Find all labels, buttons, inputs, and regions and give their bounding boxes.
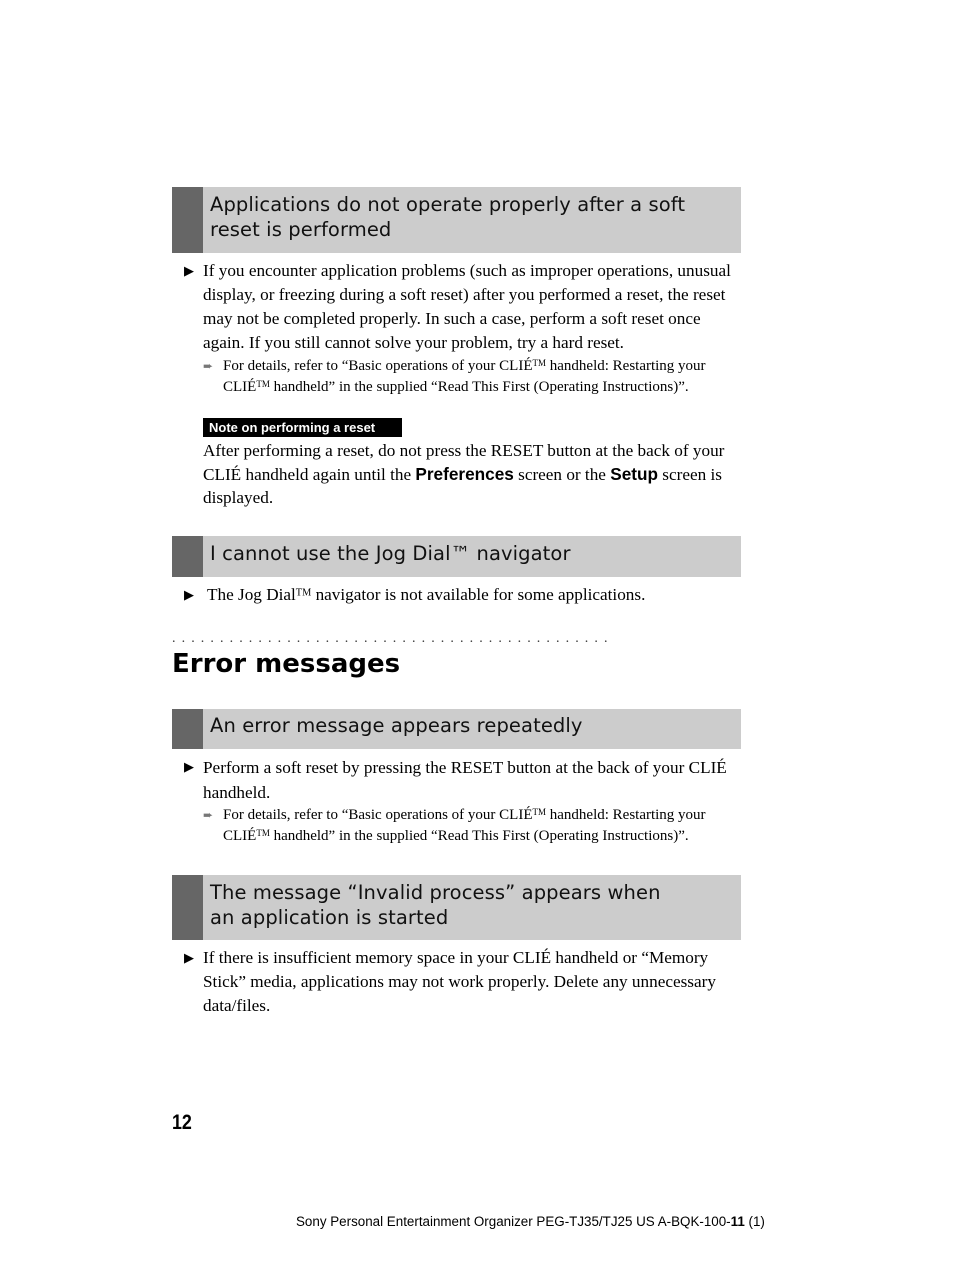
bullet-icon: ▶	[184, 587, 194, 602]
heading-box-jog-dial: I cannot use the Jog Dial™ navigator	[172, 536, 741, 577]
note-label: Note on performing a reset	[203, 418, 402, 437]
paragraph-soft-reset: If you encounter application problems (s…	[203, 261, 731, 352]
heading-error-repeats: An error message appears repeatedly	[210, 714, 583, 737]
page-number: 12	[172, 1111, 192, 1134]
note-bold-preferences: Preferences	[415, 463, 514, 484]
heading-bar	[172, 709, 203, 749]
reference-line-2: CLIÉTM handheld” in the supplied “Read T…	[223, 827, 689, 844]
bullet-icon: ▶	[184, 950, 194, 965]
heading-box-soft-reset: Applications do not operate properly aft…	[172, 187, 741, 253]
footer: Sony Personal Entertainment Organizer PE…	[296, 1213, 765, 1231]
bullet-icon: ▶	[184, 263, 194, 278]
heading-bar	[172, 875, 203, 940]
footer-suffix: (1)	[744, 1214, 765, 1229]
reference-line-2: CLIÉTM handheld” in the supplied “Read T…	[223, 378, 689, 395]
note-bold-setup: Setup	[610, 463, 658, 484]
reference-line-1: For details, refer to “Basic operations …	[223, 357, 706, 374]
arrow-right-icon: ➨	[203, 359, 214, 373]
note-text: After performing a reset, do not press t…	[203, 439, 743, 510]
heading-soft-reset: Applications do not operate properly aft…	[210, 193, 686, 241]
paragraph-jog-dial: The Jog DialTM navigator is not availabl…	[207, 585, 646, 604]
arrow-right-icon: ➨	[203, 808, 214, 822]
heading-invalid-process: The message “Invalid process” appears wh…	[210, 881, 661, 929]
heading-jog-dial: I cannot use the Jog Dial™ navigator	[210, 542, 571, 565]
reference-line-1: For details, refer to “Basic operations …	[223, 806, 706, 823]
bullet-icon: ▶	[184, 759, 194, 774]
heading-box-error-repeats: An error message appears repeatedly	[172, 709, 741, 749]
dotted-divider: ........................................…	[172, 632, 614, 646]
footer-bold: 11	[730, 1214, 745, 1229]
heading-box-invalid-process: The message “Invalid process” appears wh…	[172, 875, 741, 940]
heading-bar	[172, 536, 203, 577]
reference-soft-reset: For details, refer to “Basic operations …	[223, 356, 743, 398]
note-text-middle: screen or the	[513, 464, 611, 484]
heading-bar	[172, 187, 203, 253]
paragraph-error-repeats: Perform a soft reset by pressing the RES…	[203, 758, 727, 802]
footer-text: Sony Personal Entertainment Organizer PE…	[296, 1214, 731, 1229]
reference-error-repeats: For details, refer to “Basic operations …	[223, 805, 743, 847]
section-title-error-messages: Error messages	[172, 649, 401, 679]
paragraph-invalid-process: If there is insufficient memory space in…	[203, 948, 716, 1015]
